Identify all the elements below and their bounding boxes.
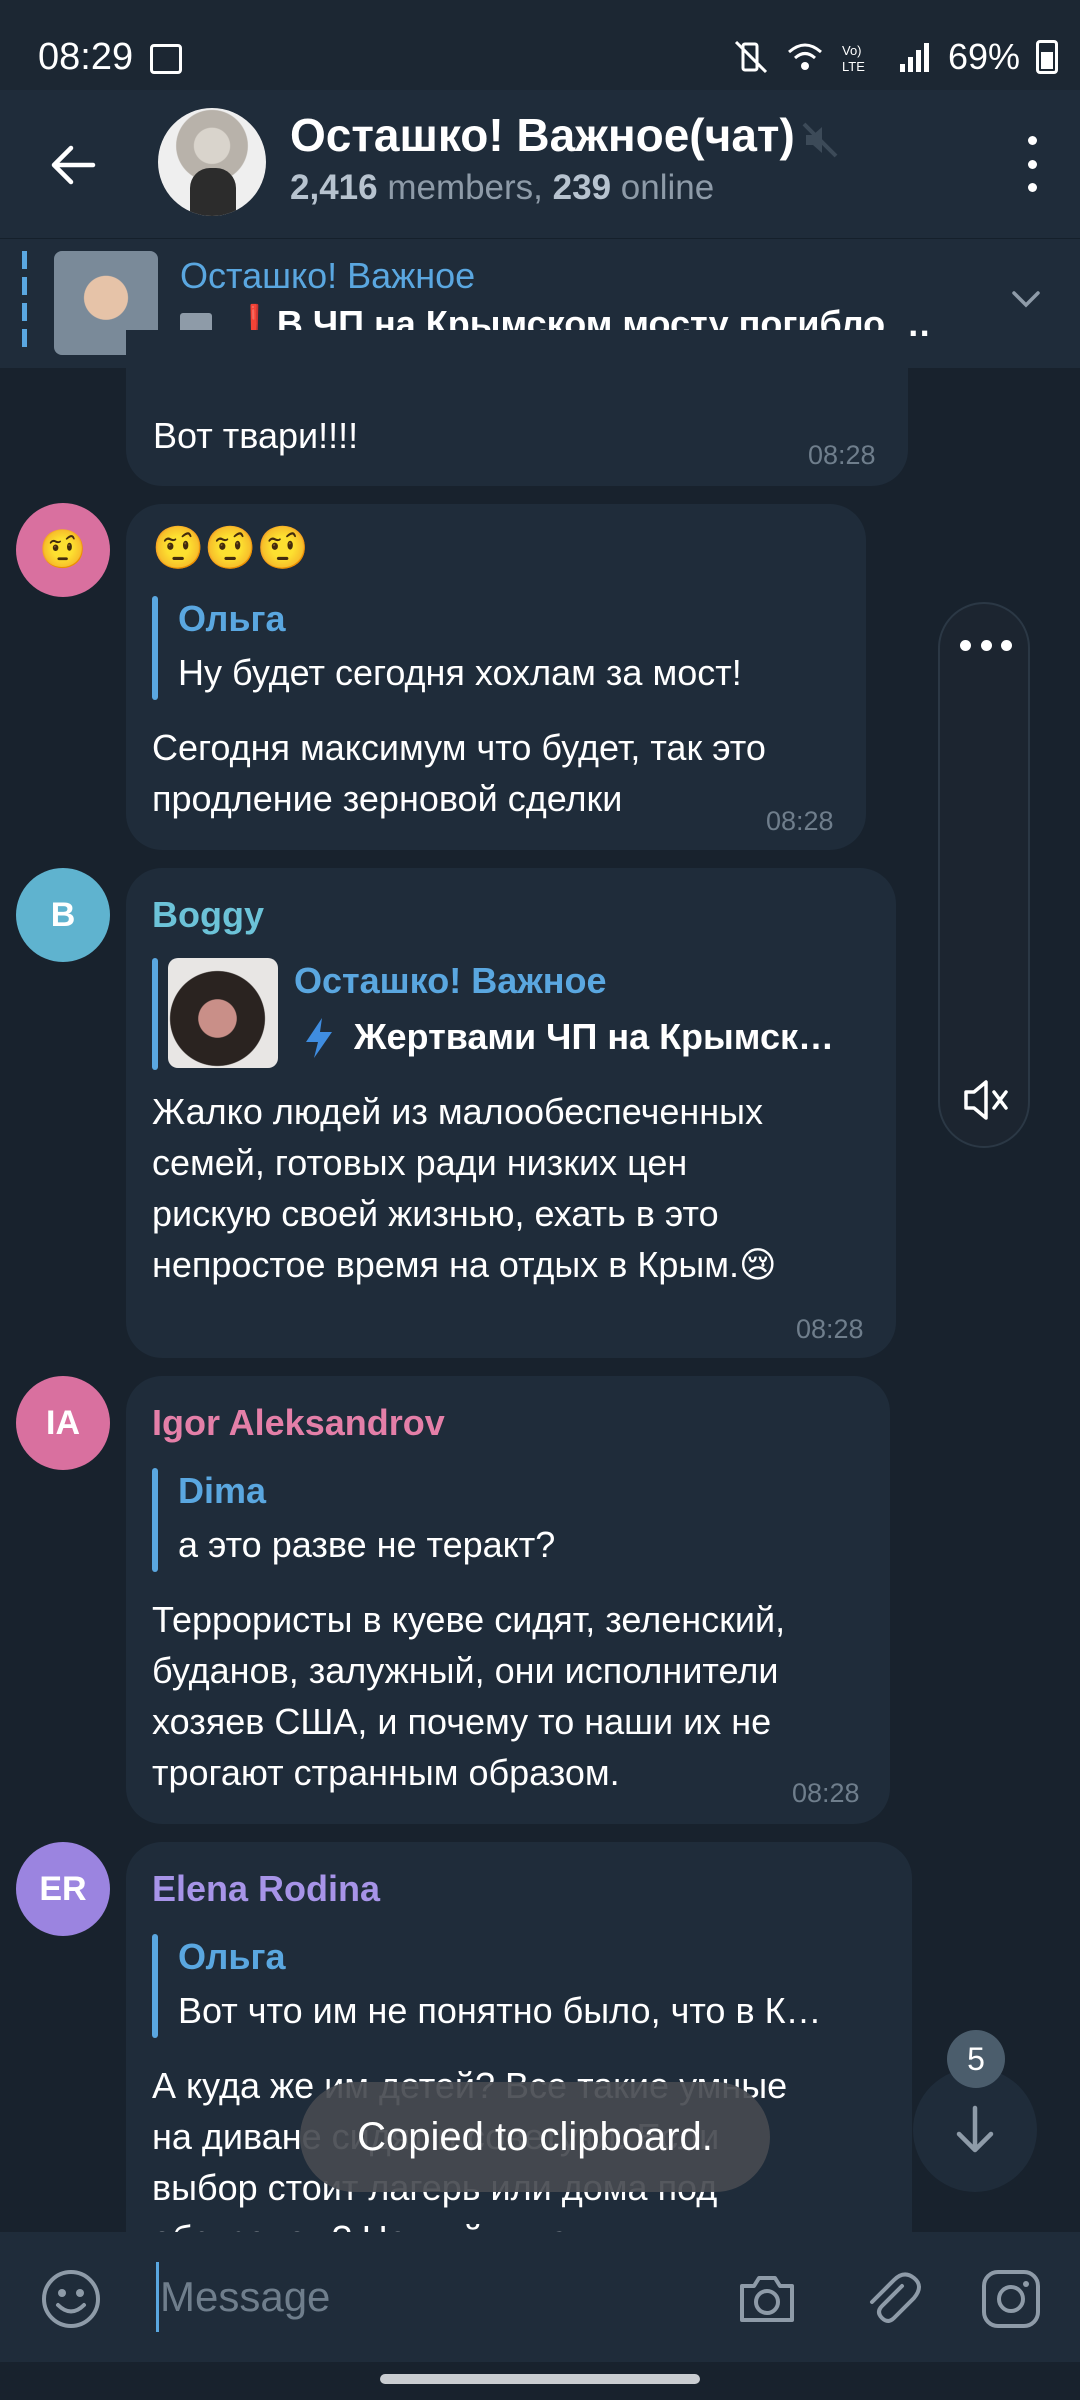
wifi-icon bbox=[787, 43, 822, 70]
message-text: Террористы в куеве сидят, зеленский, буда… bbox=[152, 1599, 786, 1793]
pinned-indicator bbox=[22, 251, 27, 351]
message-text: Вот твари!!!! bbox=[153, 415, 359, 456]
message-bubble[interactable]: Igor Aleksandrov Dima а это разве не тер… bbox=[126, 1376, 890, 1824]
chat-subtitle: 2,416 members, 239 online bbox=[290, 168, 714, 208]
more-dots-icon[interactable] bbox=[960, 640, 1012, 651]
reply-text: Жертвами ЧП на Крымск… bbox=[354, 1016, 834, 1057]
toast-message: Copied to clipboard. bbox=[300, 2082, 770, 2192]
more-menu-button[interactable] bbox=[1004, 126, 1060, 202]
message-time: 08:28 bbox=[796, 1314, 864, 1344]
message-input-bar bbox=[0, 2232, 1080, 2362]
message-time: 08:28 bbox=[808, 440, 876, 470]
avatar[interactable]: IA bbox=[16, 1376, 110, 1470]
message-bubble[interactable]: 🤨🤨🤨 Ольга Ну будет сегодня хохлам за мос… bbox=[126, 504, 866, 850]
instagram-icon[interactable] bbox=[978, 2266, 1044, 2332]
reply-thumbnail bbox=[168, 958, 278, 1068]
online-label: online bbox=[611, 168, 715, 207]
home-gesture-bar[interactable] bbox=[380, 2374, 700, 2384]
chat-avatar[interactable] bbox=[158, 108, 266, 216]
text-caret bbox=[156, 2262, 159, 2332]
attach-icon[interactable] bbox=[858, 2266, 924, 2332]
members-count: 2,416 bbox=[290, 168, 378, 207]
arrow-left-icon bbox=[51, 145, 96, 185]
status-icons: Vo) LTE 69% bbox=[732, 36, 1058, 78]
navigation-bar bbox=[0, 2362, 1080, 2400]
signal-icon bbox=[899, 43, 929, 72]
back-button[interactable] bbox=[38, 130, 108, 200]
svg-text:LTE: LTE bbox=[842, 59, 865, 74]
message-text: Жалко людей из малообеспеченных семей, го… bbox=[152, 1091, 777, 1285]
reply-text: Ну будет сегодня хохлам за мост! bbox=[178, 652, 742, 693]
status-bar: 08:29 Vo) LTE 69% bbox=[0, 0, 1080, 90]
sender-name[interactable]: Igor Aleksandrov bbox=[152, 1402, 445, 1444]
emoji-icon[interactable] bbox=[40, 2268, 102, 2330]
sender-name[interactable]: Boggy bbox=[152, 894, 264, 936]
avatar[interactable]: B bbox=[16, 868, 110, 962]
reply-sender: Ольга bbox=[178, 598, 286, 639]
reply-sender: Осташко! Важное bbox=[294, 960, 607, 1001]
message-bubble[interactable]: Boggy Осташко! Важное Жертвами ЧП на Кры… bbox=[126, 868, 896, 1358]
message-bubble[interactable]: Вот твари!!!! 08:28 bbox=[126, 330, 908, 486]
reply-indicator bbox=[152, 958, 158, 1070]
lightning-icon bbox=[306, 1018, 332, 1058]
emoji-line: 🤨🤨🤨 bbox=[152, 524, 309, 571]
reply-sender: Dima bbox=[178, 1470, 267, 1511]
reply-indicator bbox=[152, 1934, 158, 2038]
message-time: 08:28 bbox=[792, 1778, 860, 1808]
volte-icon: Vo)LTE bbox=[842, 43, 865, 74]
sender-name[interactable]: Elena Rodina bbox=[152, 1868, 380, 1910]
muted-speaker-icon bbox=[802, 122, 838, 158]
message-text: Сегодня максимум что будет, так это продл… bbox=[152, 727, 766, 819]
reply-sender: Ольга bbox=[178, 1936, 286, 1977]
chat-title[interactable]: Осташко! Важное(чат) bbox=[290, 108, 795, 162]
reply-text: Вот что им не понятно было, что в К… bbox=[178, 1990, 822, 2031]
avatar[interactable]: 🤨 bbox=[16, 503, 110, 597]
reply-indicator bbox=[152, 1468, 158, 1572]
message-input[interactable] bbox=[160, 2260, 700, 2334]
reply-indicator bbox=[152, 596, 158, 700]
online-count: 239 bbox=[552, 168, 612, 207]
floating-control-panel[interactable] bbox=[938, 602, 1030, 1148]
message-time: 08:28 bbox=[766, 806, 834, 836]
avatar[interactable]: ER bbox=[16, 1842, 110, 1936]
battery-percent: 69% bbox=[947, 36, 1020, 77]
sound-off-icon[interactable] bbox=[960, 1074, 1012, 1126]
arrow-down-icon bbox=[956, 2105, 994, 2153]
members-label: members, bbox=[377, 168, 553, 207]
status-time: 08:29 bbox=[38, 36, 134, 78]
reply-text: а это разве не теракт? bbox=[178, 1524, 556, 1565]
vibrate-mute-icon bbox=[734, 40, 767, 74]
unread-count-badge: 5 bbox=[947, 2030, 1005, 2088]
camera-icon[interactable] bbox=[734, 2266, 800, 2332]
svg-text:Vo): Vo) bbox=[842, 43, 862, 58]
chevron-down-icon[interactable] bbox=[1008, 281, 1044, 317]
chat-header: Осташко! Важное(чат) 2,416 members, 239 … bbox=[0, 90, 1080, 238]
pinned-title: Осташко! Важное bbox=[180, 255, 476, 296]
gallery-notification-icon bbox=[150, 44, 182, 74]
battery-icon bbox=[1036, 40, 1058, 74]
